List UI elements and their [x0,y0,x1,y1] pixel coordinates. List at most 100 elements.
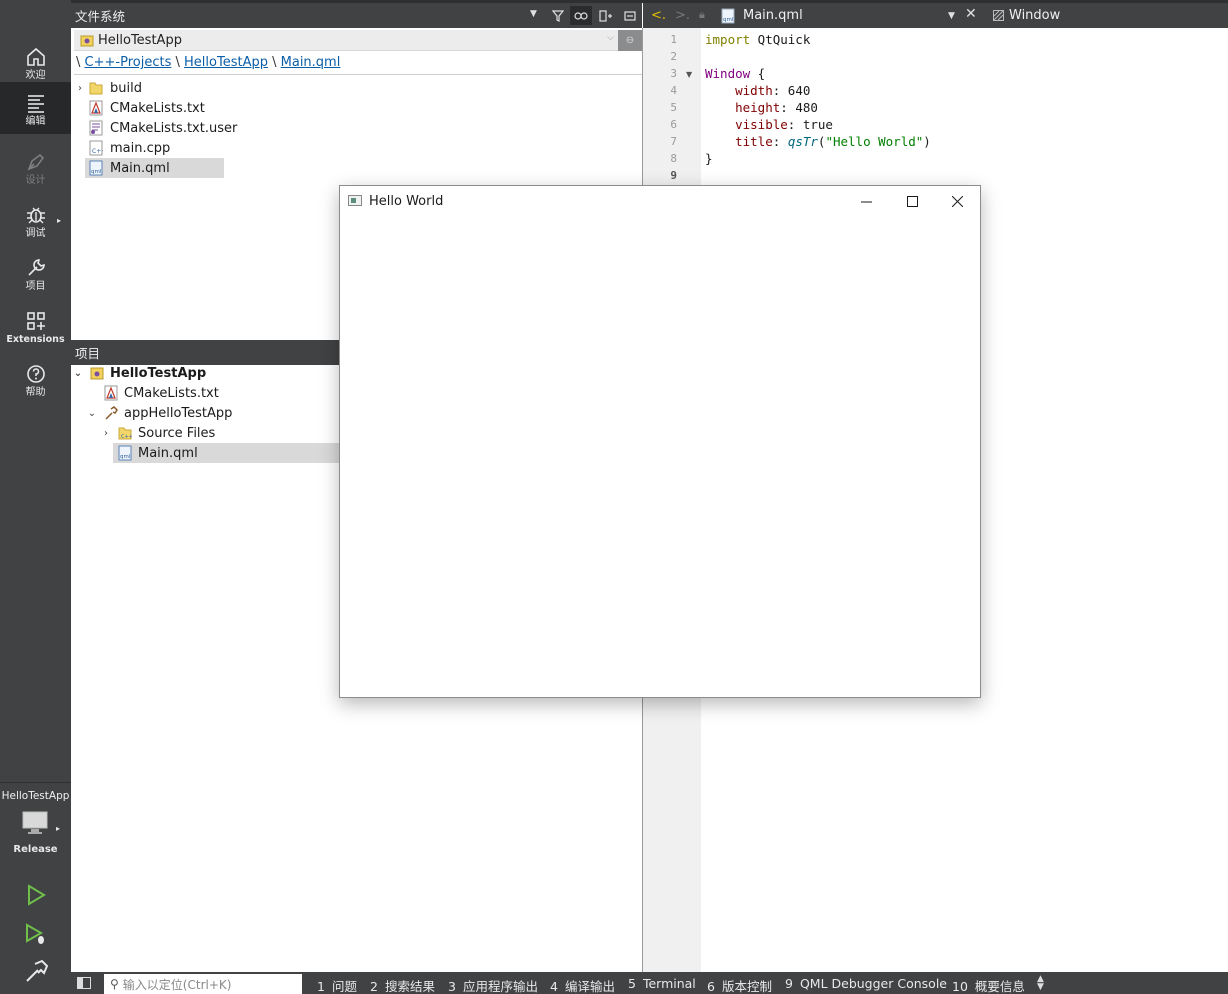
output-pane-terminal[interactable]: 5 Terminal [628,976,696,991]
mode-projects[interactable]: 项目 [0,247,71,299]
close-pane-icon[interactable] [619,6,641,25]
project-item-label: HelloTestApp [110,365,207,381]
fs-item-main-qml[interactable]: qml Main.qml [85,158,224,178]
output-pane-qml-debugger-console[interactable]: 9 QML Debugger Console [785,976,947,991]
mode-help[interactable]: 帮助 [0,353,71,405]
svg-text:C++: C++ [121,434,132,440]
breadcrumb-hellotestapp[interactable]: HelloTestApp [184,55,268,70]
pane-label: 应用程序输出 [462,979,538,994]
code-token: width [735,83,773,98]
svg-text:qml: qml [723,17,734,23]
mode-edit[interactable]: 编辑 [0,82,71,134]
project-item-hellotestapp[interactable]: ⌄ HelloTestApp [71,363,339,383]
chevron-right-icon: ▸ [56,216,61,225]
breadcrumb-sep: \ [76,55,81,70]
debug-run-button[interactable] [22,920,50,948]
chevron-right-icon[interactable]: › [100,428,112,439]
locator-input[interactable]: ⚲ 输入以定位(Ctrl+K) [104,974,302,994]
locator-placeholder: 输入以定位(Ctrl+K) [122,977,232,992]
editor-file-name[interactable]: Main.qml [743,8,803,23]
fs-item-label: CMakeLists.txt [110,100,205,116]
output-pane-issues[interactable]: 1 问题 [317,976,357,994]
pane-number: 10 [952,979,968,994]
link-with-editor-icon[interactable] [570,6,592,25]
fold-marker-icon[interactable]: ▼ [686,70,692,79]
fs-item-cmakelists[interactable]: CMakeLists.txt [74,98,224,118]
chevron-down-icon[interactable]: ⌄ [72,368,84,379]
home-icon [26,47,45,66]
project-item-main-qml[interactable]: qml Main.qml [113,443,339,463]
filter-icon[interactable] [547,6,569,25]
code-line-5[interactable]: height: 480 [705,99,818,116]
breadcrumb-cpp-projects[interactable]: C++-Projects [85,55,172,70]
build-button[interactable] [22,958,50,986]
project-icon [80,35,94,47]
split-pane-icon[interactable] [595,6,617,25]
project-item-apphellotestapp[interactable]: ⌄ appHelloTestApp [71,403,339,423]
run-button[interactable] [22,881,50,909]
projects-title: 项目 [75,346,101,361]
file-dropdown-chevron-icon[interactable]: ▼ [948,11,955,21]
toggle-sidebar-icon[interactable] [77,977,91,989]
breadcrumb-sep: \ [272,55,277,70]
mode-design[interactable]: 设计 [0,141,71,193]
source-folder-icon: C++ [118,427,132,440]
output-pane-search-results[interactable]: 2 搜索结果 [370,976,435,994]
fs-item-main-cpp[interactable]: C++ main.cpp [74,138,224,158]
monitor-icon[interactable] [22,810,48,840]
line-number: 5 [670,101,677,114]
qt-creator-window: 欢迎 编辑 设计 调试 ▸ 项目 Extensions 帮助 HelloTest… [0,0,1228,994]
output-pane-compile-output[interactable]: 4 编译输出 [550,976,615,994]
go-forward-icon[interactable]: >. [675,8,690,23]
line-number: 4 [670,84,677,97]
code-line-8[interactable]: } [705,150,713,167]
fs-item-cmakelists-user[interactable]: CMakeLists.txt.user [74,118,238,138]
close-window-button[interactable] [934,186,980,216]
breadcrumb-main-qml[interactable]: Main.qml [281,55,341,70]
code-line-6[interactable]: visible: true [705,116,833,133]
mode-extensions[interactable]: Extensions [0,300,71,352]
code-token: } [705,151,713,166]
up-down-arrows-icon[interactable]: ▲ ▼ [1037,975,1044,992]
symbol-selector[interactable]: Window [1009,8,1060,23]
filesystem-title: 文件系统 [75,9,126,24]
chevron-down-icon[interactable]: ⌄ [86,408,98,419]
cpp-file-icon: C++ [89,140,103,156]
code-line-1[interactable]: import QtQuick [705,31,810,48]
code-line-3[interactable]: Window { [705,65,765,82]
code-token: { [750,66,766,81]
project-item-source-files[interactable]: › C++ Source Files [71,423,339,443]
code-token: qsTr [787,134,818,149]
project-item-label: Source Files [138,425,216,441]
help-icon [26,365,45,383]
folder-icon [89,82,103,95]
project-item-cmakelists[interactable]: CMakeLists.txt [71,383,339,403]
lock-icon: 🔒︎ [699,8,705,21]
line-number: 8 [670,152,677,165]
chevron-right-icon[interactable]: › [74,83,86,94]
pane-label: 搜索结果 [384,979,435,994]
close-document-icon[interactable]: ✕ [965,6,977,22]
project-root-combo[interactable]: HelloTestApp ⌵ ⊖ [74,30,642,51]
app-titlebar[interactable]: Hello World [340,186,980,216]
fs-item-build[interactable]: › build [74,78,224,98]
sync-link-button[interactable]: ⊖ [618,30,642,51]
maximize-button[interactable] [889,186,935,216]
mode-welcome[interactable]: 欢迎 [0,36,71,88]
code-line-4[interactable]: width: 640 [705,82,810,99]
output-pane-general-messages[interactable]: 10 概要信息 [952,976,1025,994]
debug-run-icon [26,923,44,944]
svg-text:qml: qml [91,169,102,175]
go-back-icon[interactable]: <. [651,8,666,23]
mode-debug[interactable]: 调试 ▸ [0,194,71,246]
output-pane-version-control[interactable]: 6 版本控制 [707,976,772,994]
hello-world-window[interactable]: Hello World [339,185,981,698]
code-token: Window [705,66,751,81]
mode-projects-label: 项目 [25,281,46,292]
fs-item-label: CMakeLists.txt.user [110,120,238,136]
view-select-chevron-icon[interactable]: ▼ [530,9,537,19]
code-line-7[interactable]: title: qsTr("Hello World") [705,133,931,150]
breadcrumb: \ C++-Projects \ HelloTestApp \ Main.qml [74,55,642,75]
minimize-button[interactable] [843,186,889,216]
output-pane-app-output[interactable]: 3 应用程序输出 [448,976,538,994]
